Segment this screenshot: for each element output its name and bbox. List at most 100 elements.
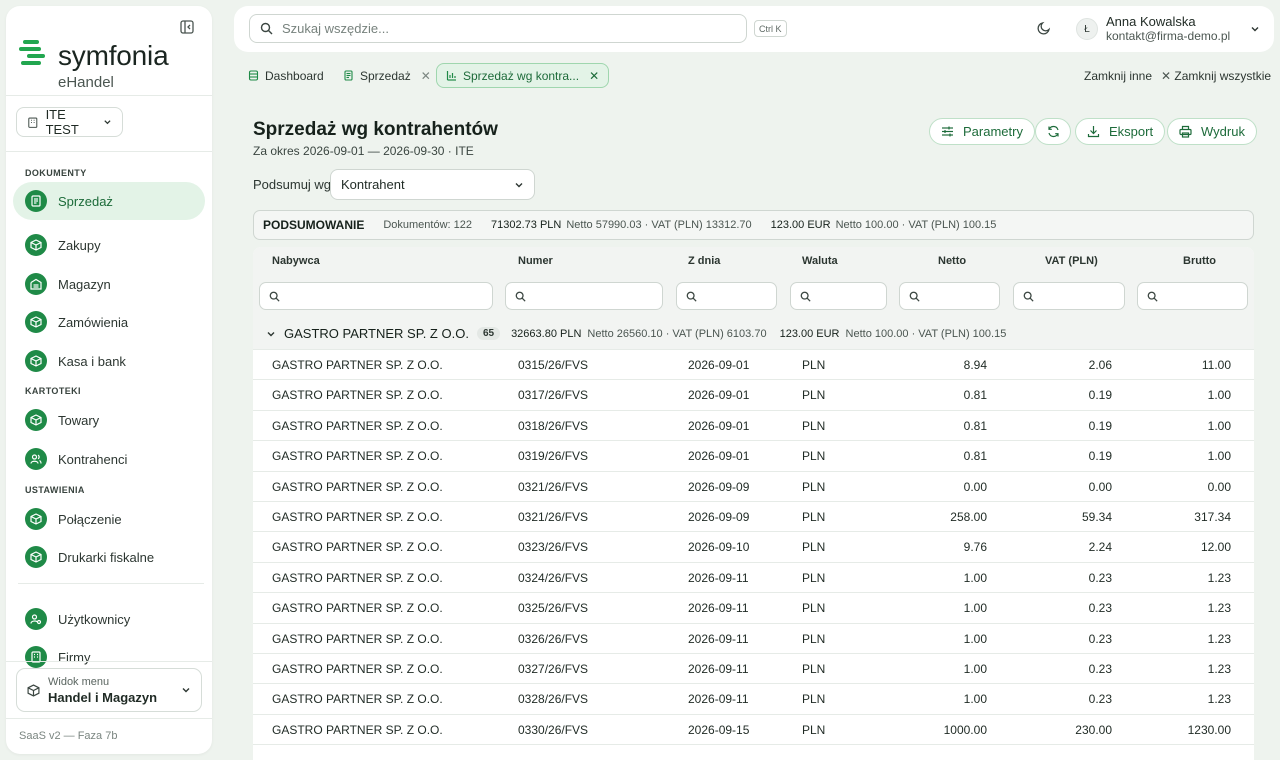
tab-label: Dashboard (265, 68, 324, 83)
table-row[interactable]: GASTRO PARTNER SP. Z O.O. 0324/26/FVS 2026… (253, 563, 1254, 594)
cell-net: 1.00 (963, 570, 987, 585)
group-row[interactable]: GASTRO PARTNER SP. Z O.O. 65 32663.80 PL… (253, 318, 1254, 350)
close-icon[interactable]: ✕ (589, 69, 599, 83)
close-icon[interactable]: ✕ (421, 69, 431, 83)
cell-vat: 0.19 (1088, 418, 1112, 433)
close-all-link[interactable]: ✕ Zamknij wszystkie (1161, 69, 1271, 83)
cell-number: 0324/26/FVS (518, 570, 589, 585)
cell-currency: PLN (802, 540, 826, 555)
cell-buyer: GASTRO PARTNER SP. Z O.O. (272, 388, 443, 403)
table-row[interactable]: GASTRO PARTNER SP. Z O.O. 0319/26/FVS 2026… (253, 441, 1254, 472)
filter-vat[interactable] (1013, 282, 1125, 310)
cell-date: 2026-09-01 (688, 358, 750, 372)
table-row[interactable]: GASTRO PARTNER SP. Z O.O. 0328/26/FVS 2026… (253, 684, 1254, 715)
cell-currency: PLN (802, 601, 826, 616)
search-icon (260, 22, 273, 35)
cell-net: 1.00 (963, 661, 987, 676)
filter-gross[interactable] (1137, 282, 1248, 310)
table-body: GASTRO PARTNER SP. Z O.O. 0315/26/FVS 2026… (253, 350, 1254, 746)
search-input[interactable] (282, 21, 702, 36)
filter-net[interactable] (899, 282, 1000, 310)
cell-number: 0321/26/FVS (518, 479, 589, 494)
table-row[interactable]: GASTRO PARTNER SP. Z O.O. 0315/26/FVS 2026… (253, 350, 1254, 381)
sidebar-item-label: Zakupy (58, 237, 101, 253)
user-menu[interactable]: Ł Anna Kowalska kontakt@firma-demo.pl (1076, 14, 1260, 44)
cell-currency: PLN (802, 722, 826, 737)
menu-view-selector[interactable]: Widok menu Handel i Magazyn (16, 668, 202, 712)
box-icon (25, 508, 47, 530)
column-header-gross[interactable]: Brutto (1183, 255, 1216, 267)
company-selector[interactable]: ITE TEST (16, 107, 123, 137)
sidebar-item-cash-bank[interactable]: Kasa i bank (13, 342, 205, 380)
cell-number: 0327/26/FVS (518, 661, 589, 676)
table-row[interactable]: GASTRO PARTNER SP. Z O.O. 0327/26/FVS 2026… (253, 654, 1254, 685)
table-row[interactable]: GASTRO PARTNER SP. Z O.O. 0323/26/FVS 2026… (253, 532, 1254, 563)
column-header-number[interactable]: Numer (518, 255, 553, 267)
parameters-button[interactable]: Parametry (929, 118, 1035, 145)
table-row[interactable]: GASTRO PARTNER SP. Z O.O. 0321/26/FVS 2026… (253, 502, 1254, 533)
tab-sales[interactable]: Sprzedaż ✕ (334, 63, 440, 88)
group-by-select[interactable]: Kontrahent (330, 169, 535, 200)
export-button[interactable]: Eksport (1075, 118, 1166, 145)
sidebar-item-fiscal-printers[interactable]: Drukarki fiskalne (13, 538, 205, 576)
cell-buyer: GASTRO PARTNER SP. Z O.O. (272, 692, 443, 707)
table-row[interactable]: GASTRO PARTNER SP. Z O.O. 0326/26/FVS 2026… (253, 624, 1254, 654)
table-row[interactable]: GASTRO PARTNER SP. Z O.O. 0317/26/FVS 2026… (253, 380, 1254, 411)
cell-currency: PLN (802, 358, 826, 372)
filter-date[interactable] (676, 282, 777, 310)
group-eur-amount: 123.00 EUR (779, 327, 840, 340)
print-label: Wydruk (1201, 124, 1245, 139)
column-header-vat[interactable]: VAT (PLN) (1045, 255, 1098, 267)
cell-buyer: GASTRO PARTNER SP. Z O.O. (272, 418, 443, 433)
sidebar-item-connection[interactable]: Połączenie (13, 500, 205, 538)
summary-doc-count: Dokumentów: 122 (383, 219, 473, 231)
cell-gross: 317.34 (1194, 509, 1231, 524)
cell-number: 0317/26/FVS (518, 388, 589, 403)
table-row[interactable]: GASTRO PARTNER SP. Z O.O. 0318/26/FVS 2026… (253, 411, 1254, 442)
cell-net: 0.00 (963, 479, 987, 494)
filter-number[interactable] (505, 282, 663, 310)
sidebar-item-purchases[interactable]: Zakupy (13, 226, 205, 264)
cell-vat: 230.00 (1075, 722, 1112, 737)
print-button[interactable]: Wydruk (1167, 118, 1257, 145)
column-header-net[interactable]: Netto (938, 255, 966, 267)
sidebar-item-orders[interactable]: Zamówienia (13, 303, 205, 341)
group-by-label: Podsumuj wg (253, 177, 332, 192)
box-icon (25, 546, 47, 568)
column-header-date[interactable]: Z dnia (688, 255, 720, 267)
search-icon (909, 291, 920, 302)
table-row[interactable]: GASTRO PARTNER SP. Z O.O. 0330/26/FVS 2026… (253, 715, 1254, 746)
refresh-button[interactable] (1035, 118, 1071, 145)
close-others-link[interactable]: Zamknij inne (1084, 69, 1152, 83)
chevron-down-icon[interactable] (266, 329, 276, 339)
table-row[interactable]: GASTRO PARTNER SP. Z O.O. 0321/26/FVS 2026… (253, 472, 1254, 502)
cell-number: 0323/26/FVS (518, 540, 589, 555)
cell-number: 0330/26/FVS (518, 722, 589, 737)
export-label: Eksport (1109, 124, 1154, 139)
bar-chart-icon (446, 71, 456, 81)
sidebar: symfonia eHandel ITE TEST DOKUMENTY Sprz… (6, 6, 212, 754)
tab-dashboard[interactable]: Dashboard (239, 63, 333, 88)
cell-vat: 0.00 (1088, 479, 1112, 494)
cell-net: 0.81 (963, 388, 987, 403)
box-icon (25, 311, 47, 333)
global-search[interactable] (249, 14, 747, 43)
sidebar-item-warehouse[interactable]: Magazyn (13, 265, 205, 303)
sidebar-item-sales[interactable]: Sprzedaż (13, 182, 205, 220)
divider (6, 661, 212, 662)
table-row[interactable]: GASTRO PARTNER SP. Z O.O. 0325/26/FVS 2026… (253, 593, 1254, 624)
moon-icon[interactable] (1036, 20, 1052, 36)
cell-buyer: GASTRO PARTNER SP. Z O.O. (272, 358, 443, 372)
cell-gross: 1.23 (1207, 631, 1231, 646)
filter-buyer[interactable] (259, 282, 493, 310)
filter-currency[interactable] (790, 282, 887, 310)
sidebar-item-contractors[interactable]: Kontrahenci (13, 440, 205, 478)
summary-eur-detail: Netto 100.00 · VAT (PLN) 100.15 (835, 219, 997, 231)
column-header-buyer[interactable]: Nabywca (272, 255, 320, 267)
column-header-currency[interactable]: Waluta (802, 255, 838, 267)
sidebar-collapse-icon[interactable] (178, 18, 196, 36)
sidebar-item-users[interactable]: Użytkownicy (13, 600, 205, 638)
sidebar-item-goods[interactable]: Towary (13, 401, 205, 439)
tab-sales-by-contractor[interactable]: Sprzedaż wg kontra... ✕ (436, 63, 610, 88)
search-icon (1023, 291, 1034, 302)
